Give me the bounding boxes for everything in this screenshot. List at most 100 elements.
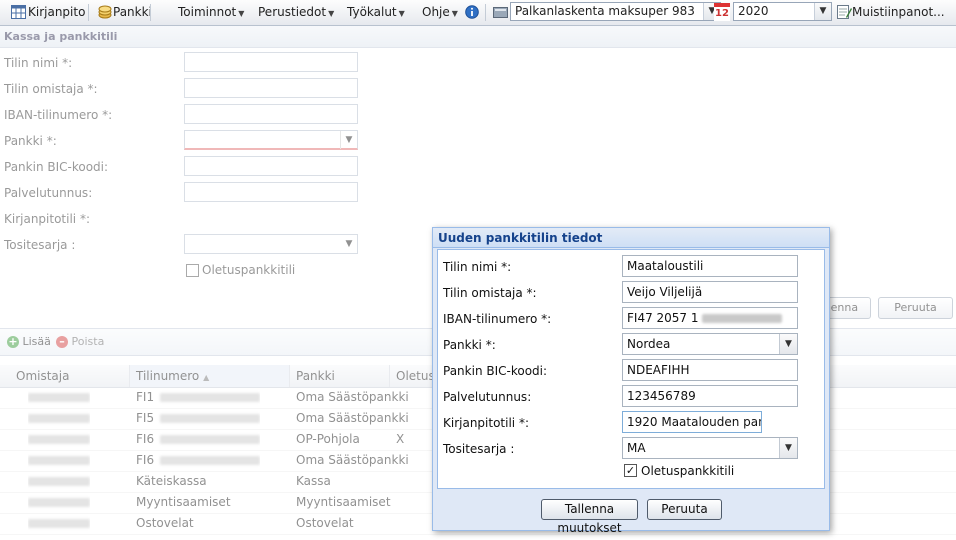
redacted-text [28,435,90,444]
calendar-icon: 12 [714,3,730,21]
bank-cell: Ostovelat [296,516,354,530]
bg-label-name: Tilin nimi *: [4,56,73,70]
label-ledger-account: Kirjanpitotili *: [443,416,529,430]
chevron-down-icon[interactable]: ▼ [779,438,797,458]
bg-service-field[interactable] [184,182,358,202]
remove-button[interactable]: – Poista [56,334,104,350]
ledger-account-field[interactable]: 1920 Maatalouden pank [622,411,762,433]
col-tilinumero[interactable]: Tilinumero ▲ [130,365,290,387]
bank-cell: Oma Säästöpankki [296,411,409,425]
bg-bic-field[interactable] [184,156,358,176]
notes-button[interactable]: Muistiinpanot... [837,0,945,25]
kirjanpito-menu[interactable]: Kirjanpito [11,0,85,25]
bg-series-select[interactable]: ▼ [184,234,358,254]
col-omistaja[interactable]: Omistaja [10,365,130,387]
label-bic: Pankin BIC-koodi: [443,364,548,378]
company-select[interactable]: Palkanlaskenta maksuper 983 ▼ [510,2,721,21]
account-cell: FI5 [136,408,261,429]
toiminnot-menu[interactable]: Toiminnot ▼ [178,0,244,25]
add-label: Lisää [22,335,51,348]
bg-label-owner: Tilin omistaja *: [4,82,98,96]
account-value: FI6 [136,453,155,467]
bank-cell: Oma Säästöpankki [296,390,409,404]
add-button[interactable]: + Lisää [7,334,51,350]
bg-name-field[interactable] [184,52,358,72]
default-cell: X [396,432,405,446]
account-name-field[interactable]: Maataloustili [622,255,798,277]
chevron-down-icon[interactable]: ▼ [814,3,831,20]
ohje-label: Ohje [422,5,450,19]
bg-bank-select[interactable]: ▼ [184,130,358,150]
owner-cell [28,513,90,534]
account-cell: Käteiskassa [136,474,207,488]
service-id-field[interactable]: 123456789 [622,385,798,407]
toolbar-divider [485,4,486,21]
new-bank-account-dialog: Uuden pankkitilin tiedot Tilin nimi *: M… [432,227,830,535]
dialog-title[interactable]: Uuden pankkitilin tiedot [433,228,829,248]
redacted-text [28,477,90,486]
checkmark-icon: ✓ [625,464,636,477]
label-account-owner: Tilin omistaja *: [443,286,537,300]
tyokalut-label: Työkalut [347,5,397,19]
company-select-value: Palkanlaskenta maksuper 983 [515,4,695,18]
redacted-text [160,414,261,423]
iban-field[interactable]: FI47 2057 1 [622,307,798,329]
form-panel-title: Kassa ja pankkitili [0,26,956,48]
year-select-value: 2020 [738,4,769,18]
calendar-day: 12 [714,7,730,21]
plus-icon: + [7,335,19,348]
redacted-text [28,393,90,402]
cancel-button[interactable]: Peruuta [647,499,722,520]
col-tilinumero-label: Tilinumero [136,369,200,383]
redacted-text [28,414,90,423]
label-bank: Pankki *: [443,338,496,352]
pankki-menu[interactable]: Pankki [97,0,152,25]
redacted-text [28,456,90,465]
bg-owner-field[interactable] [184,78,358,98]
bic-field[interactable]: NDEAFIHH [622,359,798,381]
label-voucher-series: Tositesarja : [443,442,515,456]
redacted-text [28,498,90,507]
bg-iban-field[interactable] [184,104,358,124]
kirjanpito-label: Kirjanpito [28,5,86,19]
tyokalut-menu[interactable]: Työkalut ▼ [347,0,405,25]
redacted-text [701,314,782,323]
bg-label-service: Palvelutunnus: [4,186,93,200]
label-account-name: Tilin nimi *: [443,260,512,274]
bank-select[interactable]: Nordea ▼ [622,333,798,355]
toiminnot-label: Toiminnot [178,5,237,19]
bg-cancel-button[interactable]: Peruuta [878,297,953,319]
iban-value: FI47 2057 1 [627,311,699,325]
bg-label-bank: Pankki *: [4,134,57,148]
account-cell: FI6 [136,429,261,450]
owner-cell [28,408,90,429]
label-default-account: Oletuspankkitili [641,464,735,478]
account-cell: Ostovelat [136,516,194,530]
default-account-checkbox[interactable]: ✓ [624,464,637,477]
account-value: FI1 [136,390,155,404]
voucher-series-select[interactable]: MA ▼ [622,437,798,459]
account-cell: FI1 [136,387,261,408]
bank-cell: Oma Säästöpankki [296,453,409,467]
chevron-down-icon[interactable]: ▼ [779,334,797,354]
account-owner-field[interactable]: Veijo Viljelijä [622,281,798,303]
bg-label-iban: IBAN-tilinumero *: [4,108,113,122]
ohje-menu[interactable]: Ohje ▼ [422,0,458,25]
bg-default-checkbox[interactable] [186,264,199,277]
perustiedot-menu[interactable]: Perustiedot ▼ [258,0,334,25]
save-changes-button[interactable]: Tallenna muutokset [541,499,638,535]
bg-label-bic: Pankin BIC-koodi: [4,160,109,174]
owner-cell [28,492,90,513]
toolbar-divider [88,4,89,21]
bank-cell: Kassa [296,474,331,488]
year-select[interactable]: 2020 ▼ [733,2,832,21]
chevron-down-icon: ▼ [238,9,245,18]
account-cell: FI6 [136,450,261,471]
col-pankki[interactable]: Pankki [290,365,390,387]
owner-cell [28,450,90,471]
redacted-text [28,519,90,528]
toolbar-divider [150,4,151,21]
redacted-text [160,456,261,465]
main-toolbar: Kirjanpito Pankki Toiminnot ▼ Perustiedot… [0,0,956,26]
account-value: FI5 [136,411,155,425]
